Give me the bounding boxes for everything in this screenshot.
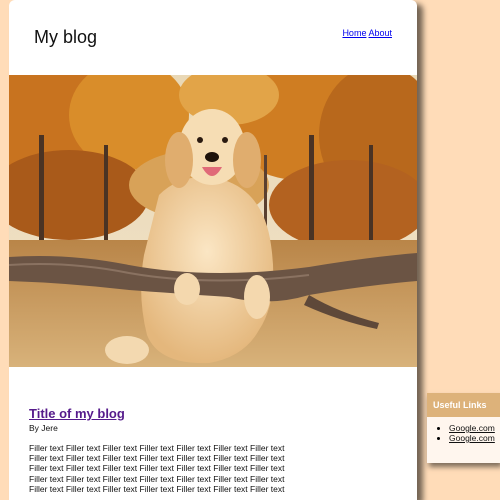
nav-link-about[interactable]: About xyxy=(368,28,392,38)
post-title-link[interactable]: Title of my blog xyxy=(29,406,399,421)
list-item: Google.com xyxy=(449,423,500,433)
hero-image-golden-retriever xyxy=(9,75,417,367)
sidebar-link-google-1[interactable]: Google.com xyxy=(449,423,495,433)
post-body-line: Filler text Filler text Filler text Fill… xyxy=(29,483,285,494)
sidebar-link-list: Google.com Google.com xyxy=(427,423,500,443)
post-body-line: Filler text Filler text Filler text Fill… xyxy=(29,453,285,464)
site-title: My blog xyxy=(34,27,98,47)
post-body-line: Filler text Filler text Filler text Fill… xyxy=(29,473,285,484)
nav-link-home[interactable]: Home xyxy=(342,28,366,38)
top-nav: Home About xyxy=(342,28,392,38)
post-body: Filler text Filler text Filler text Fill… xyxy=(29,443,399,494)
useful-links-sidebar: Useful Links Google.com Google.com xyxy=(427,393,500,463)
blog-post: Title of my blog By Jere Filler text Fil… xyxy=(29,406,399,494)
sidebar-link-google-2[interactable]: Google.com xyxy=(449,433,495,443)
sidebar-heading: Useful Links xyxy=(427,393,500,417)
post-body-line: Filler text Filler text Filler text Fill… xyxy=(29,463,285,474)
main-content-card: My blog Home About Title of my blog By J… xyxy=(9,0,417,500)
post-body-line: Filler text Filler text Filler text Fill… xyxy=(29,443,285,453)
post-byline: By Jere xyxy=(29,423,58,433)
list-item: Google.com xyxy=(449,433,500,443)
